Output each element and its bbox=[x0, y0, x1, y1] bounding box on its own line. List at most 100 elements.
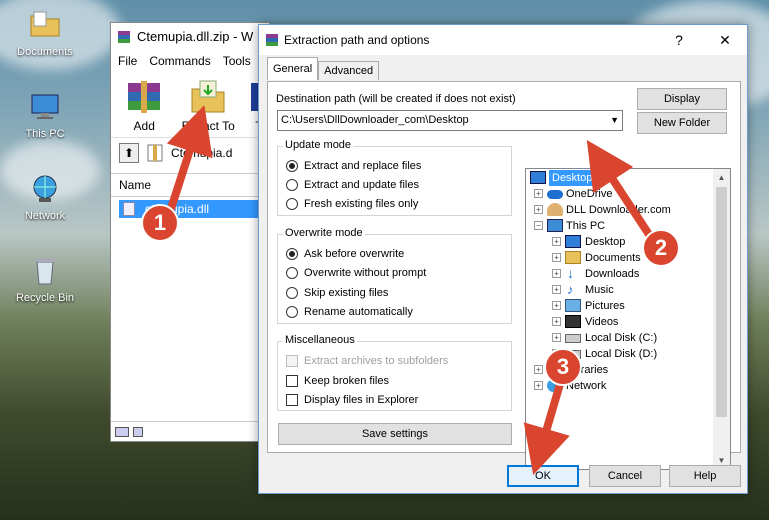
expand-icon[interactable]: + bbox=[534, 381, 543, 390]
up-folder-button[interactable]: ⬆ bbox=[119, 142, 139, 163]
archive-path[interactable]: Ctemupia.d bbox=[171, 146, 232, 160]
expand-icon[interactable]: + bbox=[552, 333, 561, 342]
radio-ask-before-overwrite[interactable]: Ask before overwrite bbox=[286, 246, 404, 262]
add-button[interactable]: Add bbox=[121, 77, 167, 133]
winrar-app-icon bbox=[118, 31, 130, 43]
tree-label: Local Disk (C:) bbox=[585, 332, 658, 344]
update-mode-group: Update mode Extract and replace files Ex… bbox=[277, 139, 512, 216]
destination-path-combo[interactable]: C:\Users\DllDownloader_com\Desktop ▼ bbox=[277, 110, 623, 131]
winrar-toolbar: Add Extract To T bbox=[111, 71, 269, 133]
radio-button-checked[interactable] bbox=[286, 248, 298, 260]
checkbox[interactable] bbox=[286, 394, 298, 406]
monitor-icon bbox=[31, 94, 59, 119]
expand-icon[interactable]: + bbox=[552, 285, 561, 294]
radio-fresh-existing[interactable]: Fresh existing files only bbox=[286, 196, 418, 212]
folder-tree[interactable]: Desktop + OneDrive + DLL Downloader.com … bbox=[525, 168, 731, 470]
menu-tools[interactable]: Tools bbox=[223, 54, 251, 68]
expand-icon[interactable]: + bbox=[552, 301, 561, 310]
tree-label: Documents bbox=[585, 252, 641, 264]
winrar-app-icon bbox=[266, 34, 278, 46]
radio-button[interactable] bbox=[286, 198, 298, 210]
scroll-thumb[interactable] bbox=[716, 187, 727, 417]
miscellaneous-group: Miscellaneous Extract archives to subfol… bbox=[277, 334, 512, 411]
dll-file-icon bbox=[123, 202, 135, 216]
tree-scrollbar[interactable]: ▲ ▼ bbox=[713, 169, 730, 469]
tree-label: Local Disk (D:) bbox=[585, 348, 658, 360]
extract-to-icon bbox=[191, 80, 225, 113]
destination-label: Destination path (will be created if doe… bbox=[276, 93, 516, 105]
column-header-name[interactable]: Name bbox=[111, 173, 269, 197]
option-label: Ask before overwrite bbox=[304, 248, 405, 260]
tree-label: Downloads bbox=[585, 268, 640, 280]
radio-extract-replace[interactable]: Extract and replace files bbox=[286, 158, 421, 174]
desktop-icon-label: Network bbox=[24, 210, 66, 222]
tree-label: DLL Downloader.com bbox=[566, 204, 671, 216]
expand-icon[interactable]: + bbox=[552, 269, 561, 278]
expand-icon[interactable]: + bbox=[534, 189, 543, 198]
help-button[interactable]: Help bbox=[669, 465, 741, 487]
extract-to-label: Extract To bbox=[181, 119, 235, 133]
winrar-menubar: File Commands Tools bbox=[111, 51, 269, 71]
pictures-icon bbox=[565, 299, 581, 312]
update-mode-title: Update mode bbox=[283, 139, 354, 151]
miscellaneous-title: Miscellaneous bbox=[283, 334, 357, 346]
overwrite-mode-group: Overwrite mode Ask before overwrite Over… bbox=[277, 227, 512, 324]
radio-skip-existing[interactable]: Skip existing files bbox=[286, 285, 388, 301]
help-title-button[interactable]: ? bbox=[659, 25, 699, 55]
winrar-title-bar[interactable]: Ctemupia.dll.zip - W bbox=[111, 23, 269, 51]
desktop-icon-documents[interactable]: Documents bbox=[10, 8, 80, 58]
new-folder-button[interactable]: New Folder bbox=[637, 112, 727, 134]
desktop-icon bbox=[565, 235, 581, 248]
desktop-icon-label: Documents bbox=[17, 46, 73, 58]
expand-icon[interactable]: + bbox=[534, 205, 543, 214]
desktop-icon-this-pc[interactable]: This PC bbox=[10, 90, 80, 140]
desktop-icon-label: Recycle Bin bbox=[15, 292, 75, 304]
network-icon bbox=[33, 175, 57, 202]
callout-badge-3: 3 bbox=[544, 348, 582, 386]
expand-icon[interactable]: + bbox=[552, 317, 561, 326]
callout-badge-1: 1 bbox=[141, 204, 179, 242]
radio-rename-automatically[interactable]: Rename automatically bbox=[286, 304, 413, 320]
radio-button[interactable] bbox=[286, 306, 298, 318]
radio-button[interactable] bbox=[286, 287, 298, 299]
checkbox-keep-broken-files[interactable]: Keep broken files bbox=[286, 373, 389, 389]
expand-icon[interactable]: + bbox=[534, 365, 543, 374]
tab-general[interactable]: General bbox=[267, 57, 319, 80]
radio-button[interactable] bbox=[286, 179, 298, 191]
menu-commands[interactable]: Commands bbox=[149, 54, 210, 68]
checkbox[interactable] bbox=[286, 375, 298, 387]
extract-to-button[interactable]: Extract To bbox=[181, 77, 235, 133]
add-label: Add bbox=[133, 119, 155, 133]
desktop-icon-network[interactable]: Network bbox=[10, 172, 80, 222]
folder-icon bbox=[30, 11, 60, 37]
winrar-title: Ctemupia.dll.zip - W bbox=[137, 29, 254, 44]
option-label: Fresh existing files only bbox=[304, 198, 419, 210]
radio-button-checked[interactable] bbox=[286, 160, 298, 172]
chevron-down-icon[interactable]: ▼ bbox=[610, 111, 619, 130]
close-button[interactable]: ✕ bbox=[705, 25, 745, 55]
menu-file[interactable]: File bbox=[118, 54, 137, 68]
collapse-icon[interactable]: − bbox=[534, 221, 543, 230]
cancel-button[interactable]: Cancel bbox=[589, 465, 661, 487]
dialog-title-bar[interactable]: Extraction path and options ? ✕ bbox=[259, 25, 747, 55]
radio-extract-update[interactable]: Extract and update files bbox=[286, 177, 419, 193]
save-settings-button[interactable]: Save settings bbox=[278, 423, 512, 445]
destination-path-value: C:\Users\DllDownloader_com\Desktop bbox=[281, 114, 469, 126]
radio-overwrite-without-prompt[interactable]: Overwrite without prompt bbox=[286, 265, 426, 281]
download-arrow-icon: ↓ bbox=[567, 265, 574, 281]
option-label: Overwrite without prompt bbox=[304, 267, 427, 279]
general-panel: Destination path (will be created if doe… bbox=[267, 81, 741, 470]
ok-button[interactable]: OK bbox=[507, 465, 579, 487]
dialog-tabs: General Advanced bbox=[267, 57, 380, 80]
desktop-icon-recycle-bin[interactable]: Recycle Bin bbox=[10, 254, 80, 304]
display-button[interactable]: Display bbox=[637, 88, 727, 110]
scroll-up-icon[interactable]: ▲ bbox=[713, 169, 730, 186]
tree-label: Music bbox=[585, 284, 614, 296]
radio-button[interactable] bbox=[286, 267, 298, 279]
tab-advanced[interactable]: Advanced bbox=[318, 61, 380, 80]
checkbox-display-in-explorer[interactable]: Display files in Explorer bbox=[286, 392, 418, 408]
desktop-icon bbox=[530, 171, 546, 184]
expand-icon[interactable]: + bbox=[552, 237, 561, 246]
expand-icon[interactable]: + bbox=[552, 253, 561, 262]
desktop-icon-label: This PC bbox=[25, 128, 65, 140]
